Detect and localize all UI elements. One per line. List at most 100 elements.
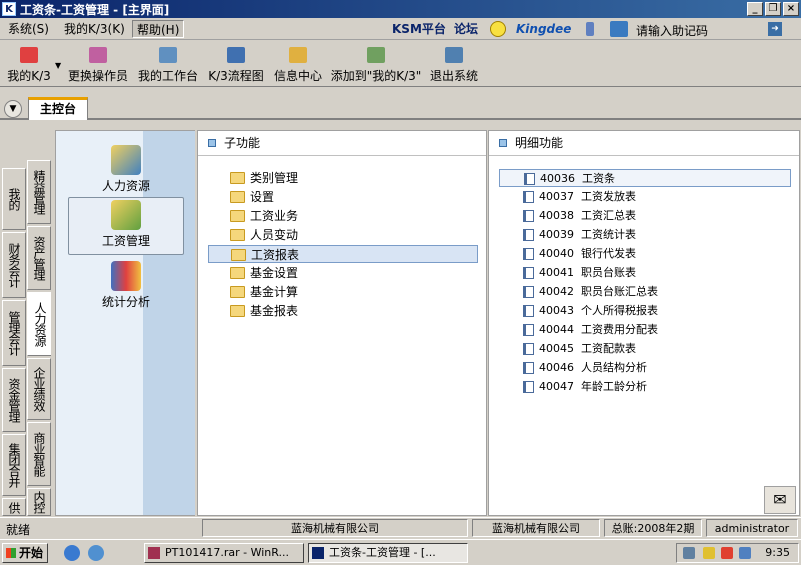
restore-button[interactable]: ❐ — [765, 2, 781, 16]
my-k3-button[interactable]: 我的K/3 — [4, 45, 54, 85]
exit-system-label: 退出系统 — [429, 69, 478, 83]
shield-icon[interactable] — [703, 547, 715, 559]
go-arrow-icon[interactable]: ➜ — [768, 22, 782, 36]
document-icon — [523, 381, 534, 393]
taskbar-winrar[interactable]: PT101417.rar - WinR... — [144, 543, 304, 563]
detail-function-panel: 明细功能 40036 工资条 40037 工资发放表 40038 工资汇总表 40039 工资… — [488, 130, 800, 516]
quicklaunch-ie-icon[interactable] — [88, 545, 104, 561]
vtab-financial-accounting[interactable]: 财务会计 — [2, 232, 26, 298]
my-workbench-button[interactable]: 我的工作台 — [136, 45, 200, 85]
vtab-enterprise-performance[interactable]: 企业绩效 — [27, 358, 51, 420]
detail-item[interactable]: 40038 工资汇总表 — [499, 207, 636, 225]
folder-settings[interactable]: 设置 — [208, 188, 274, 206]
header-bullet-icon — [499, 139, 507, 147]
add-to-my-k3-button[interactable]: 添加到"我的K/3" — [330, 45, 422, 85]
tab-strip: ▼ 主控台 — [0, 94, 801, 120]
human-resources-icon — [111, 145, 141, 175]
folder-icon — [230, 229, 245, 241]
detail-item[interactable]: 40037 工资发放表 — [499, 188, 636, 206]
vtab-human-resources[interactable]: 人力资源 — [27, 292, 51, 356]
detail-item-code: 40047 — [539, 380, 574, 393]
taskbar-kingdee[interactable]: 工资条-工资管理 - [... — [308, 543, 468, 563]
tab-main-console[interactable]: 主控台 — [28, 97, 88, 120]
status-ready: 就绪 — [6, 523, 31, 537]
security-icon[interactable] — [721, 547, 733, 559]
ksm-platform-link[interactable]: KSM平台 — [392, 20, 446, 38]
folder-payroll-business[interactable]: 工资业务 — [208, 207, 298, 225]
detail-item[interactable]: 40036 工资条 — [499, 169, 791, 187]
document-icon — [523, 210, 534, 222]
vtab-asset-management[interactable]: 资产管理 — [27, 226, 51, 290]
detail-item-code: 40042 — [539, 285, 574, 298]
exit-system-button[interactable]: 退出系统 — [428, 45, 480, 85]
ie-icon[interactable] — [64, 545, 80, 561]
detail-item-name: 职员台账表 — [581, 266, 636, 279]
helpcode-input[interactable]: 请输入助记码 — [636, 22, 708, 39]
change-operator-button[interactable]: 更换操作员 — [66, 45, 130, 85]
kingdee-task-icon — [312, 547, 324, 559]
folder-payroll-reports[interactable]: 工资报表 — [208, 245, 478, 263]
forum-link[interactable]: 论坛 — [454, 20, 478, 38]
mail-envelope-icon[interactable]: ✉ — [764, 486, 796, 514]
detail-item[interactable]: 40047 年龄工龄分析 — [499, 378, 647, 396]
smiley-icon[interactable] — [490, 21, 506, 37]
vtab-my-k3[interactable]: 我的K/3 — [2, 168, 26, 230]
folder-category-management[interactable]: 类别管理 — [208, 169, 298, 187]
vtab-internal-control[interactable]: 内控 — [27, 488, 51, 516]
vtab-business-intelligence[interactable]: 商业智能 — [27, 422, 51, 486]
helpcode-icon — [610, 21, 628, 37]
window-title: 工资条-工资管理 - [主界面] — [20, 2, 170, 17]
folder-icon — [230, 305, 245, 317]
module-human-resources[interactable]: 人力资源 — [68, 143, 184, 195]
chevron-down-icon[interactable]: ▼ — [55, 61, 61, 70]
detail-item-code: 40037 — [539, 190, 574, 203]
document-icon — [523, 229, 534, 241]
mobile-icon[interactable] — [586, 22, 594, 36]
detail-item-name: 工资汇总表 — [581, 209, 636, 222]
module-payroll-management[interactable]: 工资管理 — [68, 197, 184, 255]
folder-personnel-changes[interactable]: 人员变动 — [208, 226, 298, 244]
detail-item-code: 40043 — [539, 304, 574, 317]
taskbar-kingdee-label: 工资条-工资管理 - [... — [329, 546, 436, 559]
close-button[interactable]: × — [783, 2, 799, 16]
vtab-fund-management[interactable]: 资金管理 — [2, 368, 26, 432]
module-statistical-analysis[interactable]: 统计分析 — [68, 259, 184, 311]
detail-item[interactable]: 40042 职员台账汇总表 — [499, 283, 658, 301]
network-icon[interactable] — [683, 547, 695, 559]
detail-item[interactable]: 40041 职员台账表 — [499, 264, 636, 282]
menu-help[interactable]: 帮助(H) — [132, 20, 185, 38]
vtab-lean-management[interactable]: 精益管理 — [27, 160, 51, 224]
detail-item[interactable]: 40045 工资配款表 — [499, 340, 636, 358]
tray-app-icon[interactable] — [739, 547, 751, 559]
folder-fund-settings[interactable]: 基金设置 — [208, 264, 298, 282]
folder-fund-calculation[interactable]: 基金计算 — [208, 283, 298, 301]
detail-item-code: 40039 — [539, 228, 574, 241]
status-company: 蓝海机械有限公司 — [472, 519, 600, 537]
detail-item[interactable]: 40046 人员结构分析 — [499, 359, 647, 377]
detail-item-name: 工资费用分配表 — [581, 323, 658, 336]
detail-item[interactable]: 40044 工资费用分配表 — [499, 321, 658, 339]
detail-item-name: 个人所得税报表 — [581, 304, 658, 317]
kingdee-app-icon: K — [2, 2, 16, 16]
message-center-button[interactable]: 信息中心 — [272, 45, 324, 85]
minimize-button[interactable]: _ — [747, 2, 763, 16]
folder-icon — [230, 191, 245, 203]
detail-item[interactable]: 40040 银行代发表 — [499, 245, 636, 263]
tab-dropdown-icon[interactable]: ▼ — [4, 100, 22, 118]
document-icon — [523, 362, 534, 374]
vtab-supply[interactable]: 供 — [2, 498, 26, 516]
menu-my-k3[interactable]: 我的K/3(K) — [60, 20, 129, 38]
vtab-group-consolidation[interactable]: 集团合并 — [2, 434, 26, 496]
detail-item[interactable]: 40043 个人所得税报表 — [499, 302, 658, 320]
vtab-management-accounting[interactable]: 管理会计 — [2, 300, 26, 366]
folder-icon — [230, 172, 245, 184]
k3-flowchart-button[interactable]: K/3流程图 — [206, 45, 266, 85]
detail-item[interactable]: 40039 工资统计表 — [499, 226, 636, 244]
folder-fund-reports[interactable]: 基金报表 — [208, 302, 298, 320]
start-button[interactable]: 开始 — [2, 543, 48, 563]
folder-open-icon — [231, 249, 246, 261]
bar-chart-icon — [111, 261, 141, 291]
my-workbench-label: 我的工作台 — [137, 69, 198, 83]
detail-function-header: 明细功能 — [489, 131, 799, 156]
menu-system[interactable]: 系统(S) — [4, 20, 53, 38]
